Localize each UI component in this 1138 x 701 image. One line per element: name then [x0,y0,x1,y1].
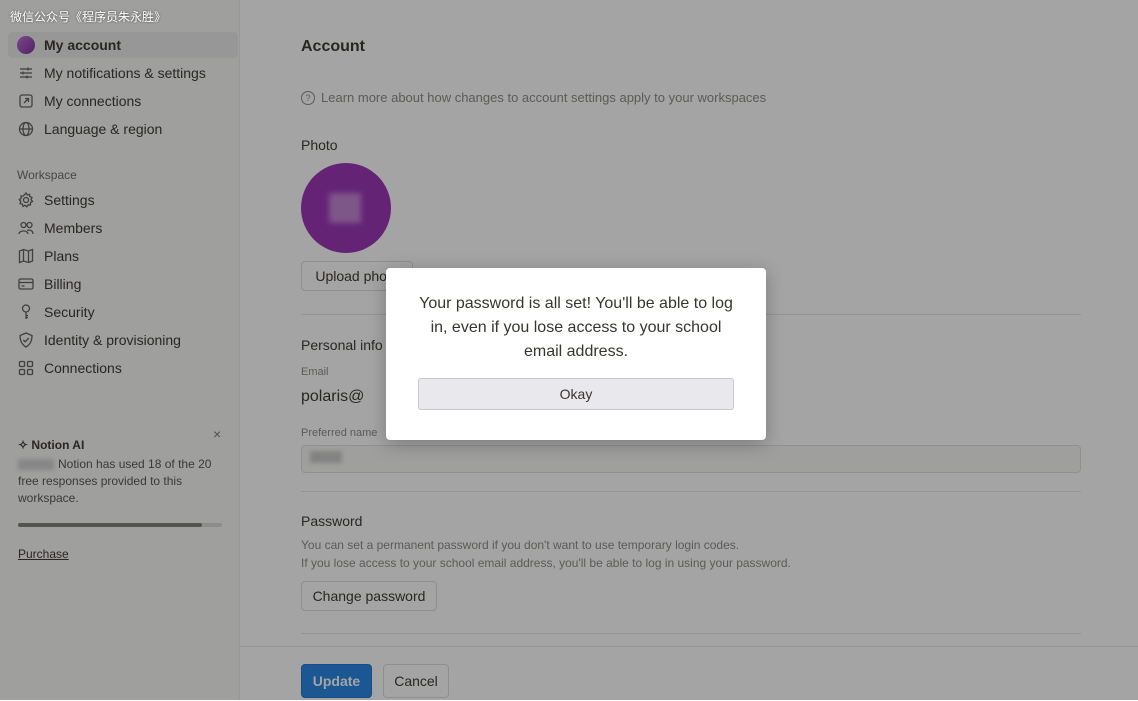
watermark-text: 微信公众号《程序员朱永胜》 [10,10,167,24]
dialog-message: Your password is all set! You'll be able… [419,295,733,360]
okay-button[interactable]: Okay [418,378,734,410]
password-set-dialog: Your password is all set! You'll be able… [386,268,766,440]
